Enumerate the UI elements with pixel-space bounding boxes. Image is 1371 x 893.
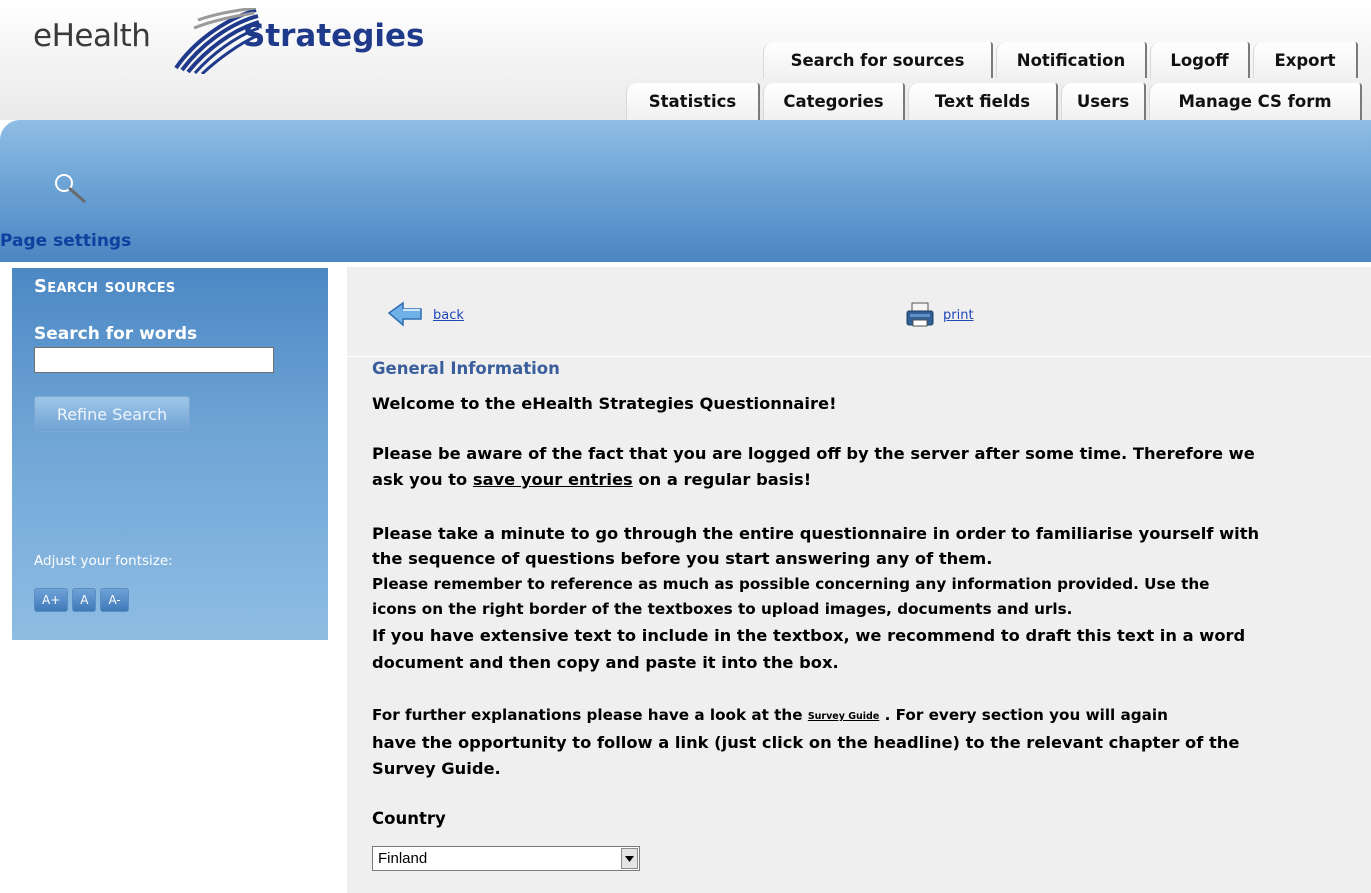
page-settings-heading: Page settings: [0, 231, 132, 251]
extensive-line2: document and then copy and paste it into…: [372, 653, 839, 672]
font-increase-button[interactable]: A+: [34, 588, 69, 612]
printer-icon: [906, 302, 934, 327]
logo-ehealth-text: eHealth: [33, 18, 151, 54]
tab-categories[interactable]: Categories: [763, 83, 905, 120]
country-select-value: Finland: [378, 850, 428, 867]
font-reset-button[interactable]: A: [72, 588, 97, 612]
logo-strategies-text: Strategies: [243, 18, 425, 54]
search-label: Search for words: [34, 324, 198, 344]
extensive-line1: If you have extensive text to include in…: [372, 626, 1246, 645]
tab-logoff[interactable]: Logoff: [1150, 42, 1250, 78]
country-select[interactable]: Finland: [372, 846, 640, 871]
tab-search-for-sources[interactable]: Search for sources: [763, 42, 993, 78]
further-line2: have the opportunity to follow a link (j…: [372, 733, 1240, 752]
minute-line1: Please take a minute to go through the e…: [372, 524, 1260, 543]
back-link[interactable]: back: [387, 301, 464, 329]
minute-line2: the sequence of questions before you sta…: [372, 549, 993, 568]
refine-search-button[interactable]: Refine Search: [34, 396, 190, 432]
tab-text-fields[interactable]: Text fields: [908, 83, 1058, 120]
logoff-prefix: ask you to: [372, 470, 473, 489]
country-label: Country: [372, 809, 446, 828]
logoff-suffix: on a regular basis!: [632, 470, 812, 489]
search-icon[interactable]: [50, 170, 90, 206]
font-decrease-button[interactable]: A-: [100, 588, 129, 612]
font-size-buttons: A+ A A-: [34, 588, 129, 612]
tab-export[interactable]: Export: [1253, 42, 1358, 78]
back-arrow-icon: [387, 301, 422, 327]
further-line1: For further explanations please have a l…: [372, 704, 1362, 728]
logoff-line2: ask you to save your entries on a regula…: [372, 467, 1362, 493]
banner: [0, 120, 1371, 262]
divider: [347, 356, 1371, 357]
print-link[interactable]: print: [905, 301, 974, 329]
tab-statistics[interactable]: Statistics: [626, 83, 760, 120]
tab-users[interactable]: Users: [1061, 83, 1146, 120]
print-label[interactable]: print: [943, 308, 974, 323]
header: eHealth Strategies Search for sources No…: [0, 0, 1371, 120]
chevron-down-icon[interactable]: [621, 848, 638, 869]
welcome-text: Welcome to the eHealth Strategies Questi…: [372, 394, 837, 413]
tab-manage-cs-form[interactable]: Manage CS form: [1149, 83, 1362, 120]
main-content: back print General Information Welcome t…: [347, 267, 1371, 893]
further-line3: Survey Guide.: [372, 759, 501, 778]
further-prefix: For further explanations please have a l…: [372, 706, 808, 724]
sidebar-title: Search sources: [34, 276, 176, 297]
tab-notification[interactable]: Notification: [996, 42, 1147, 78]
adjust-fontsize-label: Adjust your fontsize:: [34, 553, 173, 569]
section-title: General Information: [372, 359, 564, 378]
reference-line2: icons on the right border of the textbox…: [372, 600, 1073, 618]
search-input[interactable]: [34, 347, 274, 373]
reference-line1: Please remember to reference as much as …: [372, 575, 1210, 593]
back-label[interactable]: back: [433, 308, 464, 323]
sidebar: Search sources Search for words Refine S…: [12, 268, 328, 640]
survey-guide-link[interactable]: Survey Guide: [808, 711, 880, 722]
tabs-top: Search for sources Notification Logoff E…: [763, 42, 1358, 78]
further-suffix: . For every section you will again: [879, 706, 1168, 724]
save-entries-link[interactable]: save your entries: [473, 470, 633, 489]
logoff-line1: Please be aware of the fact that you are…: [372, 444, 1255, 463]
tabs-bottom: Statistics Categories Text fields Users …: [626, 83, 1362, 120]
